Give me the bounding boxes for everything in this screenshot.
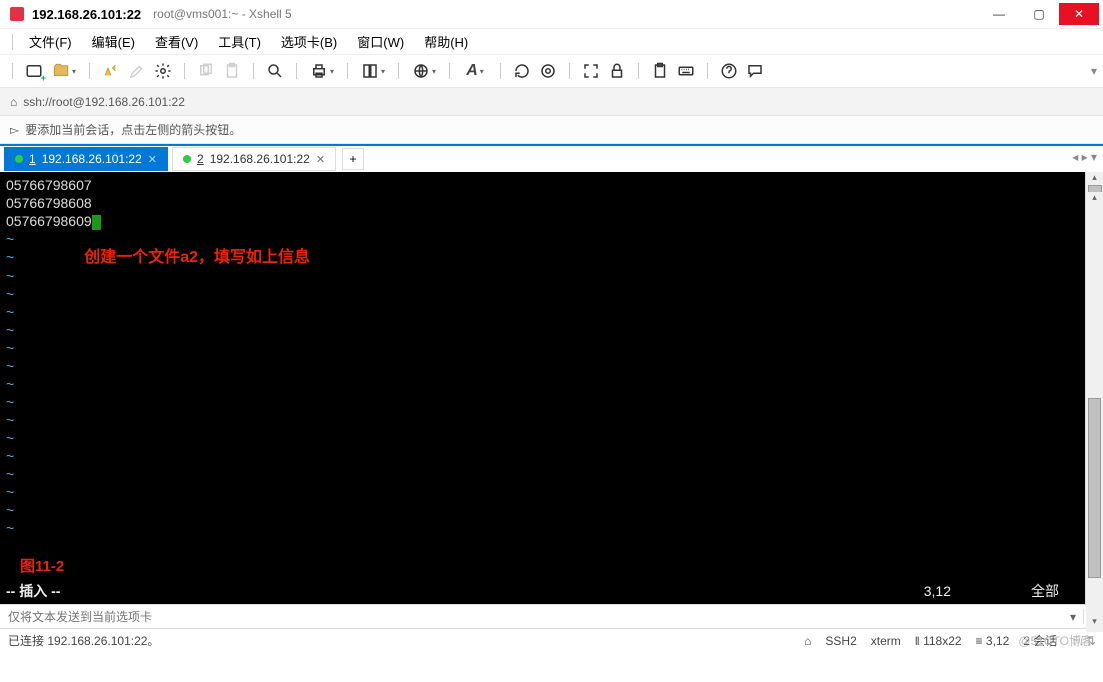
vim-tilde: ~ bbox=[6, 303, 1079, 321]
target-icon[interactable] bbox=[537, 60, 559, 82]
help-icon[interactable] bbox=[718, 60, 740, 82]
terminal-line: 05766798607 bbox=[6, 176, 1079, 194]
vim-tilde: ~ bbox=[6, 411, 1079, 429]
tab-nav[interactable]: ◂ ▸ ▾ bbox=[1072, 150, 1097, 164]
terminal-line: 05766798608 bbox=[6, 194, 1079, 212]
status-bar: 已连接 192.168.26.101:22。 ⌂ SSH2 xterm ‖ 11… bbox=[0, 628, 1103, 652]
vim-tilde: ~ bbox=[6, 375, 1079, 393]
send-input-bar: ▾ ⟐ bbox=[0, 604, 1103, 628]
address-url[interactable]: ssh://root@192.168.26.101:22 bbox=[23, 95, 185, 109]
title-host: 192.168.26.101:22 bbox=[32, 7, 141, 22]
status-lock-icon: ⌂ bbox=[804, 634, 811, 648]
vim-tilde: ~ bbox=[6, 285, 1079, 303]
clipboard-icon[interactable] bbox=[649, 60, 671, 82]
vim-scope: 全部 bbox=[1031, 582, 1059, 600]
title-bar: 192.168.26.101:22 root@vms001:~ - Xshell… bbox=[0, 0, 1103, 28]
hint-bar: ▻ 要添加当前会话，点击左侧的箭头按钮。 bbox=[0, 116, 1103, 144]
vim-tilde: ~ bbox=[6, 429, 1079, 447]
close-button[interactable]: ✕ bbox=[1059, 3, 1099, 25]
vim-tilde: ~ bbox=[6, 483, 1079, 501]
tab-number: 2 bbox=[197, 152, 204, 166]
lock-icon[interactable] bbox=[606, 60, 628, 82]
scroll-up-icon[interactable]: ▴ bbox=[1086, 192, 1103, 208]
highlight-icon[interactable] bbox=[100, 60, 122, 82]
terminal-line: 05766798609 bbox=[6, 212, 1079, 230]
vim-tilde: ~ bbox=[6, 519, 1079, 537]
send-dropdown-icon[interactable]: ▾ bbox=[1063, 610, 1083, 624]
session-tab-1[interactable]: 1 192.168.26.101:22 ✕ bbox=[4, 147, 168, 171]
vim-tilde: ~ bbox=[6, 447, 1079, 465]
status-term: xterm bbox=[871, 634, 901, 648]
figure-label: 图11-2 bbox=[20, 558, 64, 576]
send-input[interactable] bbox=[0, 610, 1063, 624]
menu-tabs[interactable]: 选项卡(B) bbox=[271, 29, 347, 54]
menu-bar: 文件(F) 编辑(E) 查看(V) 工具(T) 选项卡(B) 窗口(W) 帮助(… bbox=[0, 28, 1103, 54]
copy-icon[interactable] bbox=[195, 60, 217, 82]
refresh-icon[interactable] bbox=[511, 60, 533, 82]
vim-tilde: ~ bbox=[6, 339, 1079, 357]
status-protocol: SSH2 bbox=[825, 634, 856, 648]
menu-file[interactable]: 文件(F) bbox=[19, 29, 82, 54]
vim-tilde: ~ bbox=[6, 357, 1079, 375]
terminal[interactable]: 05766798607 05766798608 05766798609 ~ ~创… bbox=[0, 172, 1085, 604]
vim-mode: -- 插入 -- bbox=[6, 582, 60, 600]
tab-number: 1 bbox=[29, 152, 36, 166]
session-tab-2[interactable]: 2 192.168.26.101:22 ✕ bbox=[172, 147, 336, 171]
keyboard-icon[interactable] bbox=[675, 60, 697, 82]
hint-text: 要添加当前会话，点击左侧的箭头按钮。 bbox=[25, 121, 241, 138]
search-icon[interactable] bbox=[264, 60, 286, 82]
app-icon bbox=[10, 7, 24, 21]
status-size: ‖ 118x22 bbox=[915, 634, 962, 648]
scroll-down-icon[interactable]: ▾ bbox=[1086, 616, 1103, 632]
toolbar: A ▾ bbox=[0, 54, 1103, 88]
layout-icon[interactable] bbox=[358, 60, 388, 82]
font-icon[interactable]: A bbox=[460, 60, 490, 82]
menu-window[interactable]: 窗口(W) bbox=[347, 29, 414, 54]
vim-tilde: ~ bbox=[6, 267, 1079, 285]
menu-tools[interactable]: 工具(T) bbox=[208, 29, 271, 54]
scrollbar-thumb[interactable] bbox=[1088, 398, 1101, 578]
settings-gear-icon[interactable] bbox=[152, 60, 174, 82]
tab-close-icon[interactable]: ✕ bbox=[148, 153, 157, 166]
page-scrollbar[interactable]: ▴ ▾ bbox=[1086, 192, 1103, 632]
status-dot-icon bbox=[183, 155, 191, 163]
maximize-button[interactable]: ▢ bbox=[1019, 3, 1059, 25]
lock-small-icon: ⌂ bbox=[10, 95, 17, 109]
vim-tilde: ~创建一个文件a2，填写如上信息 bbox=[6, 248, 1079, 267]
fullscreen-icon[interactable] bbox=[580, 60, 602, 82]
edit-icon[interactable] bbox=[126, 60, 148, 82]
status-cursor: ≡ 3,12 bbox=[976, 634, 1010, 648]
menu-view[interactable]: 查看(V) bbox=[145, 29, 208, 54]
tab-label: 192.168.26.101:22 bbox=[42, 152, 142, 166]
vim-position: 3,12 bbox=[924, 582, 951, 600]
status-dot-icon bbox=[15, 155, 23, 163]
new-session-icon[interactable] bbox=[23, 60, 45, 82]
printer-icon[interactable] bbox=[307, 60, 337, 82]
minimize-button[interactable]: — bbox=[979, 3, 1019, 25]
open-folder-icon[interactable] bbox=[49, 60, 79, 82]
globe-icon[interactable] bbox=[409, 60, 439, 82]
tab-strip: 1 192.168.26.101:22 ✕ 2 192.168.26.101:2… bbox=[0, 144, 1103, 172]
tab-label: 192.168.26.101:22 bbox=[210, 152, 310, 166]
vim-status-line: -- 插入 -- 3,12 全部 bbox=[6, 582, 1079, 600]
add-tab-button[interactable]: + bbox=[342, 148, 364, 170]
chat-icon[interactable] bbox=[744, 60, 766, 82]
watermark: @51CTO博客 bbox=[1018, 632, 1093, 649]
paste-icon[interactable] bbox=[221, 60, 243, 82]
vim-tilde: ~ bbox=[6, 465, 1079, 483]
vim-tilde: ~ bbox=[6, 393, 1079, 411]
title-sub: root@vms001:~ - Xshell 5 bbox=[153, 7, 292, 21]
address-bar: ⌂ ssh://root@192.168.26.101:22 bbox=[0, 88, 1103, 116]
cursor-icon bbox=[92, 215, 101, 230]
vim-tilde: ~ bbox=[6, 230, 1079, 248]
status-connected: 已连接 192.168.26.101:22。 bbox=[8, 632, 159, 649]
vim-tilde: ~ bbox=[6, 321, 1079, 339]
bookmark-arrow-icon[interactable]: ▻ bbox=[10, 123, 19, 137]
menu-help[interactable]: 帮助(H) bbox=[414, 29, 478, 54]
annotation-text: 创建一个文件a2，填写如上信息 bbox=[84, 249, 310, 266]
menu-edit[interactable]: 编辑(E) bbox=[82, 29, 145, 54]
vim-tilde: ~ bbox=[6, 501, 1079, 519]
tab-close-icon[interactable]: ✕ bbox=[316, 153, 325, 166]
